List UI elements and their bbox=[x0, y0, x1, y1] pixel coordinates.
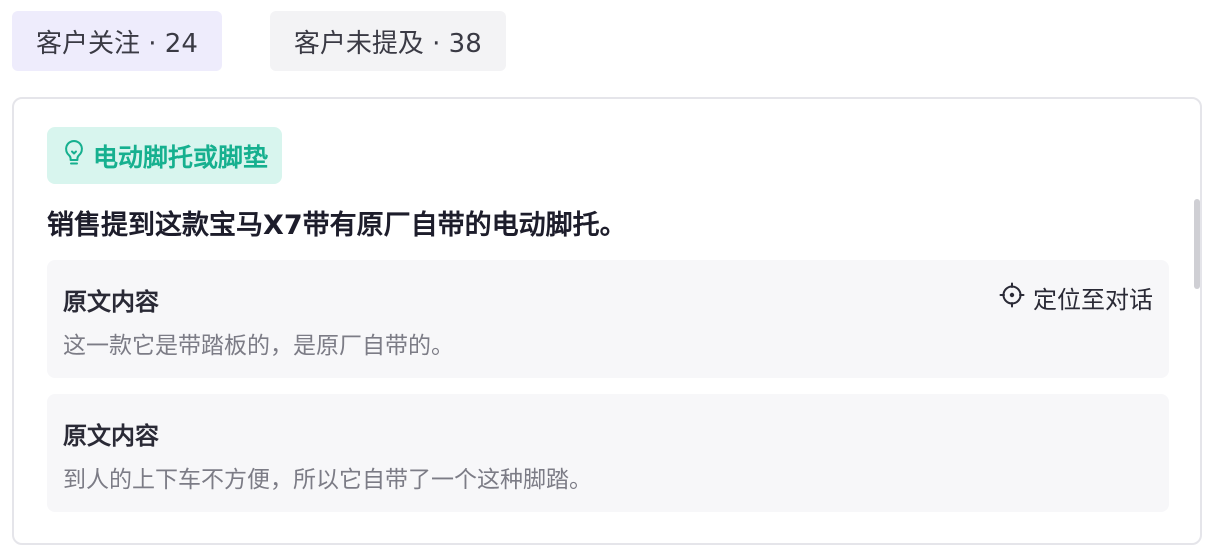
quote-block: 原文内容 定位至对话 这一款它是带踏板的，是原厂自带的。 bbox=[47, 260, 1169, 378]
tab-bar: 客户关注 · 24 客户未提及 · 38 bbox=[12, 11, 506, 71]
topic-tag-label: 电动脚托或脚垫 bbox=[93, 142, 269, 172]
locate-label: 定位至对话 bbox=[1033, 286, 1153, 314]
summary-text: 销售提到这款宝马X7带有原厂自带的电动脚托。 bbox=[47, 210, 627, 241]
quote-text: 这一款它是带踏板的，是原厂自带的。 bbox=[63, 333, 454, 359]
quote-title: 原文内容 bbox=[63, 288, 159, 316]
scrollbar-thumb[interactable] bbox=[1194, 199, 1200, 289]
crosshair-icon bbox=[999, 282, 1025, 314]
insight-card: 电动脚托或脚垫 销售提到这款宝马X7带有原厂自带的电动脚托。 原文内容 定位至对… bbox=[12, 97, 1202, 545]
tab-customer-not-mentioned[interactable]: 客户未提及 · 38 bbox=[269, 11, 506, 71]
tab-customer-concern[interactable]: 客户关注 · 24 bbox=[12, 11, 222, 71]
quote-text: 到人的上下车不方便，所以它自带了一个这种脚踏。 bbox=[63, 467, 592, 493]
lightbulb-icon bbox=[61, 138, 87, 174]
quote-block: 原文内容 到人的上下车不方便，所以它自带了一个这种脚踏。 bbox=[47, 394, 1169, 512]
locate-to-conversation-button[interactable]: 定位至对话 bbox=[999, 280, 1153, 315]
quote-title: 原文内容 bbox=[63, 422, 159, 450]
topic-tag: 电动脚托或脚垫 bbox=[47, 127, 283, 184]
